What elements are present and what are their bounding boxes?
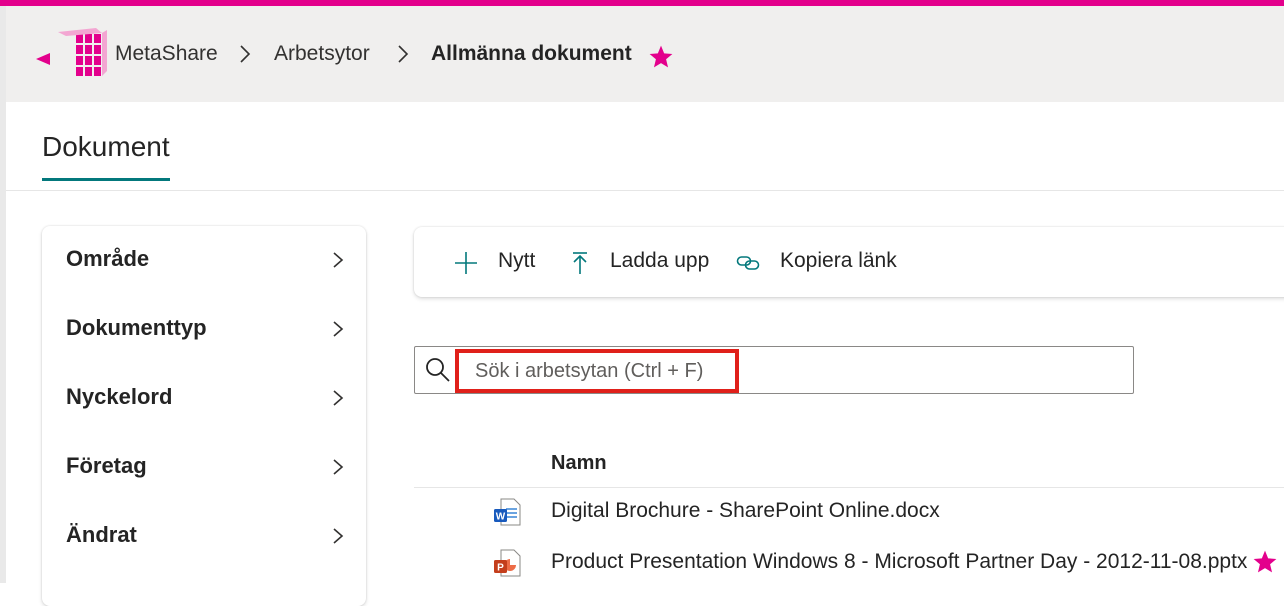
chevron-right-icon	[333, 528, 344, 544]
filter-nyckelord[interactable]: Nyckelord	[42, 374, 366, 422]
breadcrumb-metashare[interactable]: MetaShare	[115, 6, 218, 102]
svg-text:P: P	[497, 563, 504, 574]
chevron-right-icon	[240, 45, 251, 63]
filter-label: Ändrat	[66, 522, 137, 547]
chevron-right-icon	[333, 390, 344, 406]
search-input[interactable]	[455, 349, 739, 393]
search-box	[414, 346, 1134, 394]
word-icon: W	[494, 498, 521, 526]
metashare-logo-icon[interactable]	[36, 28, 110, 82]
powerpoint-icon: P	[494, 549, 521, 577]
upload-button[interactable]: Ladda upp	[568, 227, 718, 297]
star-icon[interactable]	[1252, 549, 1278, 575]
new-label: Nytt	[498, 249, 536, 272]
chevron-right-icon	[333, 252, 344, 268]
breadcrumb-current: Allmänna dokument	[431, 42, 632, 65]
tab-dokument[interactable]: Dokument	[42, 130, 170, 181]
upload-label: Ladda upp	[610, 249, 710, 272]
chevron-right-icon	[333, 321, 344, 337]
star-icon[interactable]	[648, 44, 674, 70]
svg-text:W: W	[496, 512, 506, 523]
filter-panel: Område Dokumenttyp Nyckelord Företag Änd…	[42, 226, 366, 606]
plus-icon	[455, 252, 477, 274]
upload-icon	[573, 252, 587, 274]
table-row[interactable]: P Product Presentation Windows 8 - Micro…	[414, 538, 1284, 588]
filter-label: Område	[66, 246, 150, 271]
filter-label: Nyckelord	[66, 384, 173, 409]
copy-link-button[interactable]: Kopiera länk	[736, 227, 906, 297]
filter-omrade[interactable]: Område	[42, 236, 366, 284]
command-bar: Nytt Ladda upp Kopiera länk	[414, 227, 1284, 297]
filter-foretag[interactable]: Företag	[42, 443, 366, 491]
site-header: MetaShare Arbetsytor Allmänna dokument	[6, 6, 1284, 102]
breadcrumb-arbetsytor[interactable]: Arbetsytor	[274, 6, 370, 102]
tab-bar: Dokument	[6, 102, 1284, 191]
document-name[interactable]: Digital Brochure - SharePoint Online.doc…	[551, 499, 940, 523]
filter-label: Dokumenttyp	[66, 315, 207, 340]
copy-link-label: Kopiera länk	[780, 249, 897, 272]
filter-dokumenttyp[interactable]: Dokumenttyp	[42, 305, 366, 353]
table-row[interactable]: W Digital Brochure - SharePoint Online.d…	[414, 487, 1284, 537]
new-button[interactable]: Nytt	[454, 227, 544, 297]
document-name[interactable]: Product Presentation Windows 8 - Microso…	[551, 550, 1247, 574]
link-icon	[736, 256, 760, 270]
filter-label: Företag	[66, 453, 147, 478]
chevron-right-icon	[333, 459, 344, 475]
search-icon[interactable]	[425, 357, 451, 383]
filter-andrat[interactable]: Ändrat	[42, 512, 366, 560]
chevron-right-icon	[398, 45, 409, 63]
column-header-name[interactable]: Namn	[551, 452, 607, 475]
column-header-row: Namn	[414, 440, 1284, 488]
